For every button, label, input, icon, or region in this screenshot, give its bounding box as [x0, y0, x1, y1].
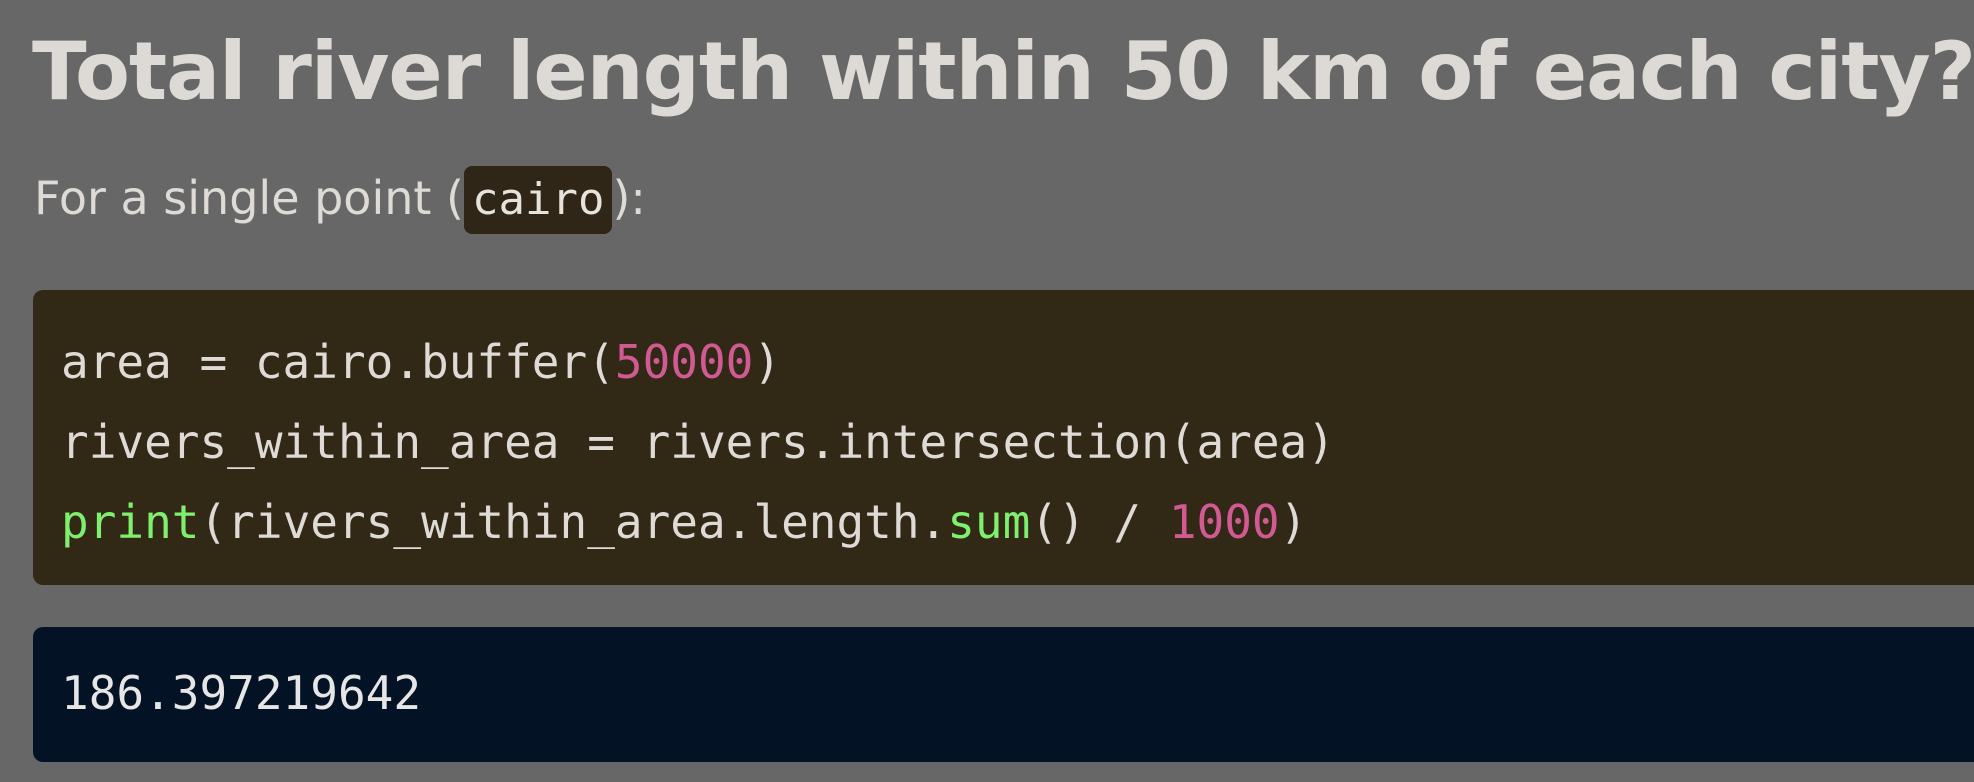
intro-suffix: ):	[612, 171, 646, 225]
code-line-3: print(rivers_within_area.length.sum() / …	[61, 482, 1974, 562]
builtin-function: sum	[947, 495, 1031, 549]
page-title: Total river length within 50 km of each …	[32, 25, 1974, 118]
builtin-function: print	[61, 495, 200, 549]
code-text: () /	[1030, 495, 1169, 549]
code-text: )	[1279, 495, 1308, 549]
intro-text: For a single point (cairo):	[34, 162, 646, 234]
output-cell: 186.397219642	[33, 627, 1974, 762]
code-text: (rivers_within_area.length.	[199, 495, 948, 549]
inline-code-cairo: cairo	[464, 166, 613, 234]
code-cell[interactable]: area = cairo.buffer(50000) rivers_within…	[33, 290, 1974, 585]
code-line-2: rivers_within_area = rivers.intersection…	[61, 402, 1974, 482]
code-line-1: area = cairo.buffer(50000)	[61, 322, 1974, 402]
code-text: area = cairo.buffer(	[61, 335, 615, 389]
number-literal: 50000	[614, 335, 754, 389]
intro-prefix: For a single point (	[34, 171, 464, 225]
code-text: )	[753, 335, 782, 389]
code-text: rivers_within_area = rivers.intersection…	[61, 415, 1335, 469]
number-literal: 1000	[1168, 495, 1280, 549]
